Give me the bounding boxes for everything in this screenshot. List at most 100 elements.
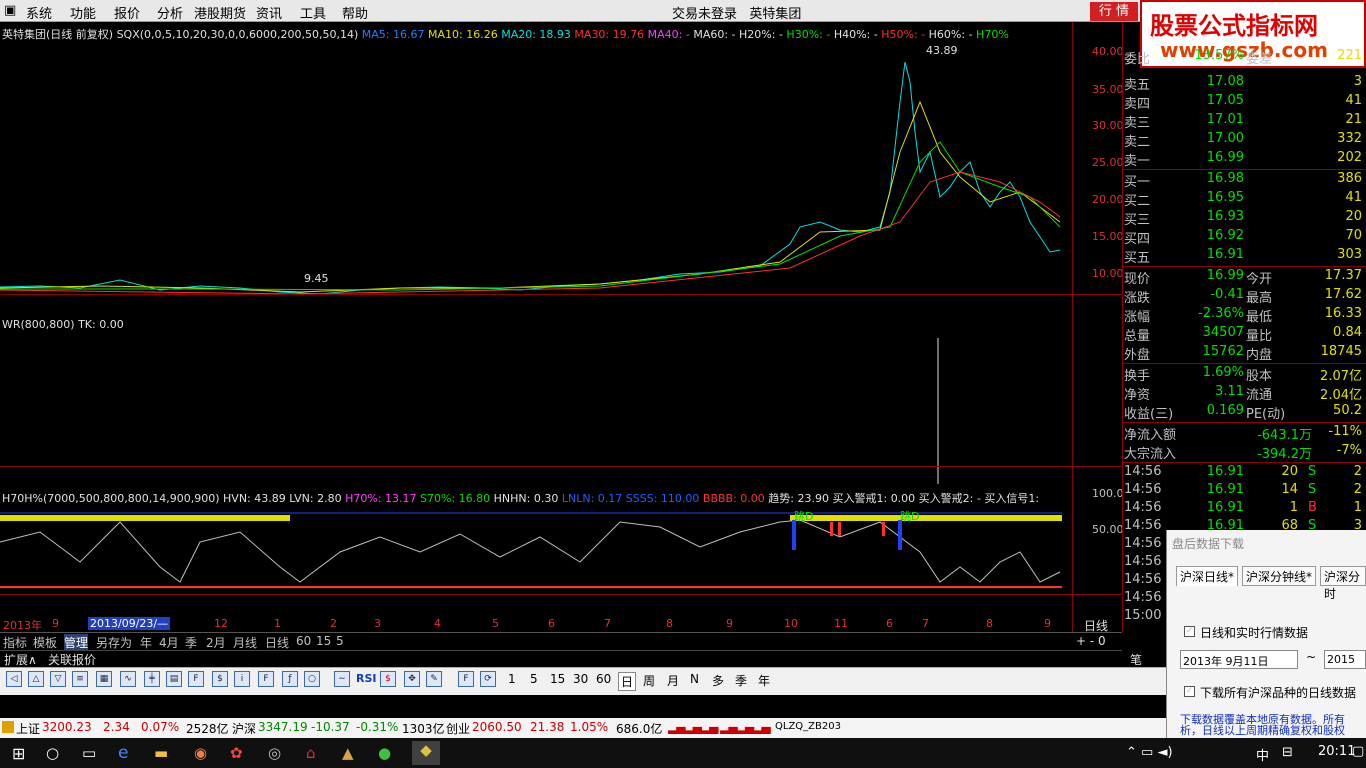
buy-row-5[interactable]: 买五 16.91 303 <box>1124 247 1364 266</box>
search-icon[interactable]: ○ <box>46 744 59 762</box>
tab-monthly[interactable]: 月线 <box>233 634 257 651</box>
tick-tab[interactable]: 笔 <box>1130 651 1142 668</box>
time-label: 6 <box>886 617 893 630</box>
trade-button[interactable]: 行 情 <box>1090 2 1138 21</box>
calculator-icon[interactable]: ⊟ <box>1282 745 1293 760</box>
task-view-icon[interactable]: ▭ <box>82 744 96 762</box>
ime-indicator[interactable]: 中 <box>1256 745 1269 764</box>
windows-start-icon[interactable]: ⊞ <box>12 744 25 763</box>
cycle-n[interactable]: N <box>690 672 699 686</box>
chart-area[interactable] <box>0 22 1122 632</box>
cycle-day[interactable]: 日 <box>618 672 637 691</box>
pencil-icon[interactable]: ✎ <box>426 671 442 687</box>
list-icon[interactable]: ≡ <box>72 671 88 687</box>
buy-row-3[interactable]: 买三 16.93 20 <box>1124 209 1364 228</box>
tab-quarter[interactable]: 季 <box>185 634 197 651</box>
tab-year[interactable]: 年 <box>140 634 152 651</box>
tab-2month[interactable]: 2月 <box>206 634 226 651</box>
grid-icon[interactable]: ▦ <box>96 671 112 687</box>
tab-15min[interactable]: 15 <box>316 634 331 648</box>
app-icon[interactable]: ⌂ <box>306 744 316 762</box>
buy-row-1[interactable]: 买一 16.98 386 <box>1124 171 1364 190</box>
candle-icon[interactable]: ╪ <box>144 671 160 687</box>
f10-icon[interactable]: F <box>188 671 204 687</box>
tab-60min[interactable]: 60 <box>296 634 311 648</box>
sell-row-1[interactable]: 卖一 16.99 202 <box>1124 150 1364 169</box>
notification-icon[interactable]: ▢ <box>1352 744 1364 759</box>
period-5min[interactable]: 5 <box>530 672 538 686</box>
menu-analysis[interactable]: 分析 <box>157 3 183 22</box>
menu-quote[interactable]: 报价 <box>114 3 140 22</box>
f5-icon[interactable]: F <box>458 671 474 687</box>
menu-tools[interactable]: 工具 <box>300 3 326 22</box>
tab-daily[interactable]: 日线 <box>265 634 289 651</box>
tab-4month[interactable]: 4月 <box>159 634 179 651</box>
related-quote-button[interactable]: 关联报价 <box>48 651 96 668</box>
rsi-button[interactable]: RSI <box>356 672 377 685</box>
tab-manage[interactable]: 管理 <box>64 634 89 651</box>
app-icon[interactable]: ✿ <box>230 744 243 762</box>
tab-daily-data[interactable]: 沪深日线* <box>1176 566 1239 586</box>
date-from-picker[interactable]: 2013年 9月11日 <box>1180 650 1298 669</box>
period-30min[interactable]: 30 <box>573 672 588 686</box>
date-to-picker[interactable]: 2015年 <box>1324 650 1366 669</box>
line-chart-icon[interactable]: ∿ <box>120 671 136 687</box>
table-icon[interactable]: ▤ <box>166 671 182 687</box>
clock[interactable]: 20:11 <box>1318 744 1355 759</box>
tab-template[interactable]: 模板 <box>33 634 57 651</box>
period-15min[interactable]: 15 <box>550 672 565 686</box>
sell-row-4[interactable]: 卖四 17.05 41 <box>1124 93 1364 112</box>
tab-minute-data[interactable]: 沪深分钟线* <box>1242 566 1317 586</box>
sh-label[interactable]: 上证 <box>16 720 40 737</box>
active-app-icon[interactable]: ◆ <box>412 741 440 765</box>
cycle-year[interactable]: 年 <box>758 672 770 689</box>
move-icon[interactable]: ✥ <box>404 671 420 687</box>
hs-label[interactable]: 沪深 <box>232 720 256 737</box>
app-icon[interactable]: ◉ <box>194 744 207 762</box>
sell-row-2[interactable]: 卖二 17.00 332 <box>1124 131 1364 150</box>
tab-save-as[interactable]: 另存为 <box>96 634 132 651</box>
cycle-quarter[interactable]: 季 <box>735 672 747 689</box>
sell-row-5[interactable]: 卖五 17.08 3 <box>1124 74 1364 93</box>
money-icon[interactable]: $ <box>380 671 396 687</box>
daily-checkbox[interactable]: ✓ <box>1184 626 1195 637</box>
f12-icon[interactable]: F <box>258 671 274 687</box>
tab-indicator[interactable]: 指标 <box>3 634 27 651</box>
search-icon[interactable]: ○ <box>304 671 320 687</box>
info-icon[interactable]: i <box>234 671 250 687</box>
all-stocks-checkbox[interactable]: ✓ <box>1184 686 1195 697</box>
tab-timeshare-data[interactable]: 沪深分时 <box>1320 566 1366 601</box>
buy-row-2[interactable]: 买二 16.95 41 <box>1124 190 1364 209</box>
signal-bar-1 <box>792 520 796 550</box>
menu-system[interactable]: 系统 <box>26 3 52 22</box>
expand-button[interactable]: 扩展∧ <box>4 651 37 668</box>
buy-row-4[interactable]: 买四 16.92 70 <box>1124 228 1364 247</box>
folder-icon[interactable]: ▬ <box>154 744 168 762</box>
app-icon[interactable]: ▲ <box>342 744 354 762</box>
system-tray-icons[interactable]: ⌃ ▭ ◄) <box>1126 745 1173 760</box>
cy-label[interactable]: 创业 <box>446 720 470 737</box>
menu-function[interactable]: 功能 <box>70 3 96 22</box>
refresh-icon[interactable]: ⟳ <box>480 671 496 687</box>
indicator-icon[interactable]: ∼ <box>334 671 350 687</box>
chart-canvas[interactable] <box>0 22 1122 632</box>
chrome-icon[interactable]: ● <box>378 744 391 762</box>
cycle-multi[interactable]: 多 <box>712 672 724 689</box>
cycle-month[interactable]: 月 <box>667 672 679 689</box>
arrow-down-icon[interactable]: ▽ <box>50 671 66 687</box>
app-icon[interactable]: ◎ <box>268 744 281 762</box>
menu-help[interactable]: 帮助 <box>342 3 368 22</box>
menu-hk-futures[interactable]: 港股期货 <box>194 3 246 22</box>
fund-icon[interactable]: $ <box>212 671 228 687</box>
arrow-left-icon[interactable]: ◁ <box>6 671 22 687</box>
edge-icon[interactable]: e <box>118 743 128 763</box>
arrow-up-icon[interactable]: △ <box>28 671 44 687</box>
tab-5min[interactable]: 5 <box>336 634 344 648</box>
period-1min[interactable]: 1 <box>508 672 516 686</box>
menu-news[interactable]: 资讯 <box>256 3 282 22</box>
formula-icon[interactable]: ƒ <box>282 671 298 687</box>
cycle-week[interactable]: 周 <box>643 672 655 689</box>
sell-row-3[interactable]: 卖三 17.01 21 <box>1124 112 1364 131</box>
zoom-controls[interactable]: + - 0 <box>1076 634 1106 648</box>
period-60min[interactable]: 60 <box>596 672 611 686</box>
